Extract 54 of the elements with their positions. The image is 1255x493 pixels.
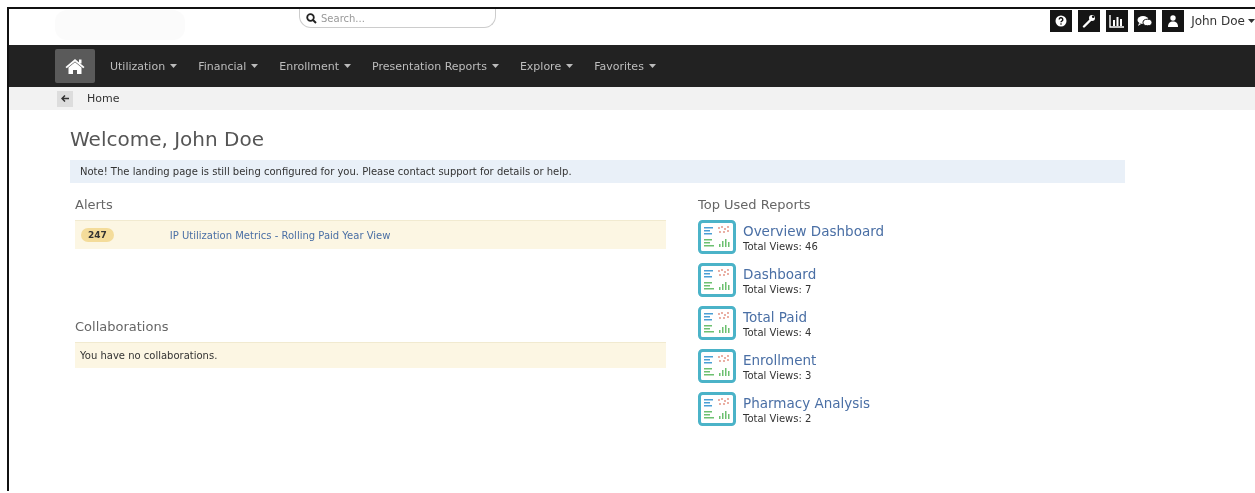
caret-icon xyxy=(566,64,574,68)
toolbar-button[interactable] xyxy=(1078,10,1101,32)
caret-icon xyxy=(170,64,178,68)
search-field[interactable]: Search... xyxy=(299,9,496,28)
dashboard-icon xyxy=(698,306,736,340)
section-heading: Top Used Reports xyxy=(698,197,812,212)
home-button[interactable] xyxy=(55,49,95,83)
nav-menu-item[interactable]: Explore xyxy=(509,59,584,73)
user-menu[interactable]: John Doe xyxy=(1190,14,1255,28)
toolbar-button[interactable] xyxy=(1134,10,1157,32)
caret-icon xyxy=(491,64,499,68)
toolbar-button[interactable] xyxy=(1106,10,1129,32)
chat-icon xyxy=(1137,14,1154,28)
user-icon xyxy=(1168,15,1179,27)
notice-banner: Note! The landing page is still being configured for you. Please contact support for details or help. xyxy=(70,160,1125,183)
help-icon xyxy=(1055,15,1068,27)
nav-menu-item[interactable]: Presentation Reports xyxy=(362,59,509,73)
dashboard-icon xyxy=(698,263,736,297)
home-icon xyxy=(65,58,85,74)
report-link[interactable]: Total Paid xyxy=(743,308,812,325)
dashboard-icon xyxy=(698,392,736,426)
alert-link[interactable]: IP Utilization Metrics - Rolling Paid Year View xyxy=(169,229,391,241)
nav-menu-item[interactable]: Favorites xyxy=(584,59,666,73)
view-count: Total Views: 4 xyxy=(743,326,812,338)
nav-menu-item[interactable]: Enrollment xyxy=(269,59,362,73)
search-icon xyxy=(306,13,317,24)
toolbar-button[interactable] xyxy=(1050,10,1073,32)
page-title: Welcome, John Doe xyxy=(70,127,265,151)
nav-menu-item[interactable]: Financial xyxy=(188,59,269,73)
count-badge: 247 xyxy=(81,228,114,242)
empty-message: You have no collaborations. xyxy=(75,342,666,368)
view-count: Total Views: 3 xyxy=(743,369,813,381)
caret-icon xyxy=(251,64,259,68)
report-link[interactable]: Enrollment xyxy=(743,351,817,368)
view-count: Total Views: 7 xyxy=(743,283,813,295)
back-arrow-icon xyxy=(61,95,69,102)
section-heading: Alerts xyxy=(75,197,114,212)
report-link[interactable]: Dashboard xyxy=(743,265,817,282)
user-avatar-button[interactable] xyxy=(1162,10,1185,32)
section-heading: Collaborations xyxy=(75,319,170,334)
breadcrumb-item[interactable]: Home xyxy=(87,92,120,105)
view-count: Total Views: 46 xyxy=(743,240,819,252)
back-button[interactable] xyxy=(57,90,73,107)
dashboard-icon xyxy=(698,349,736,383)
wrench-icon xyxy=(1082,14,1097,28)
report-link[interactable]: Overview Dashboard xyxy=(743,222,885,239)
nav-menu-item[interactable]: Utilization xyxy=(100,59,188,73)
caret-icon xyxy=(648,64,656,68)
caret-icon xyxy=(1248,19,1255,23)
caret-icon xyxy=(344,64,352,68)
dashboard-icon xyxy=(698,220,736,254)
bar-chart-icon xyxy=(1109,14,1126,28)
report-link[interactable]: Pharmacy Analysis xyxy=(743,394,871,411)
view-count: Total Views: 2 xyxy=(743,412,813,424)
